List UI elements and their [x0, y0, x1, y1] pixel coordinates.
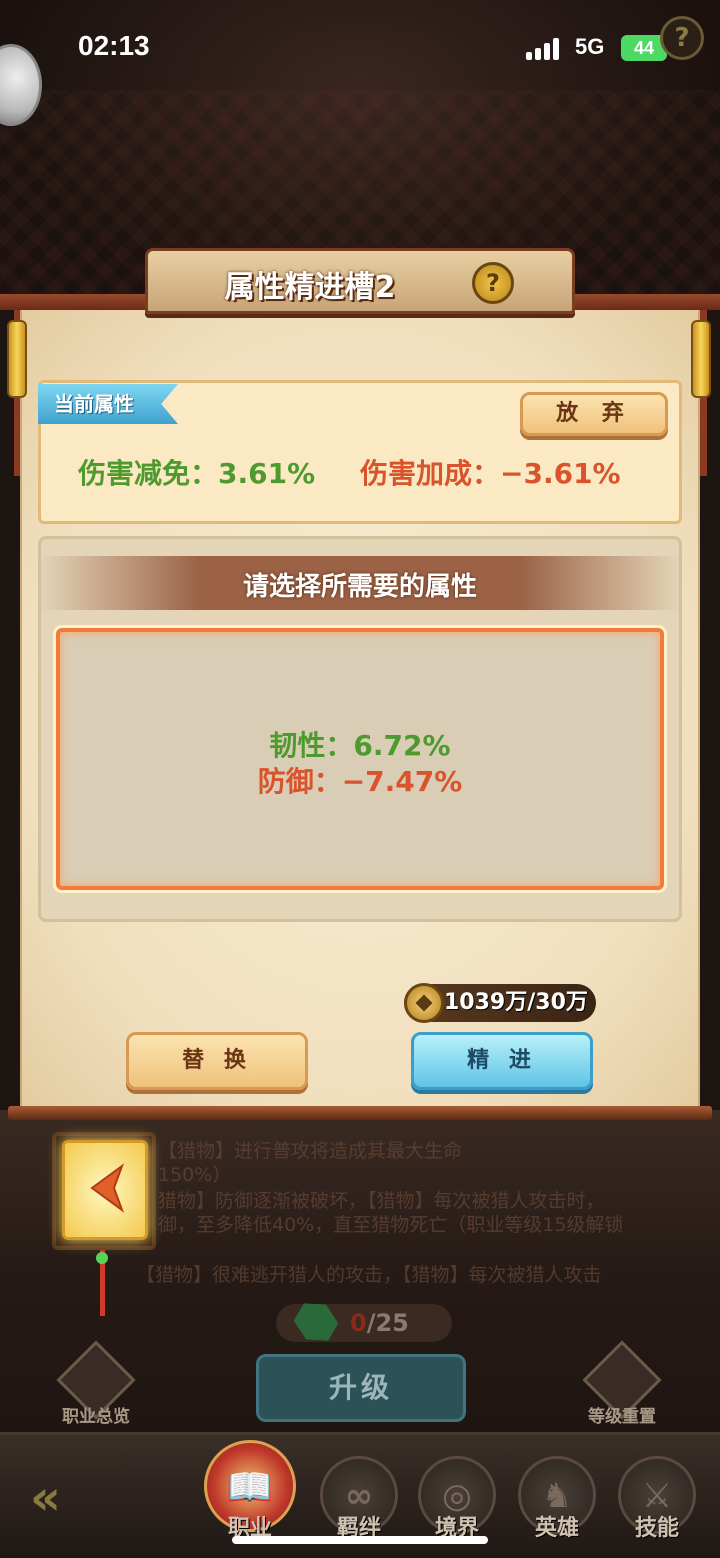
current-attribute-2: 伤害加成：−3.61%	[360, 457, 621, 490]
skill-desc-line-1: 【猎物】进行普攻将造成其最大生命	[158, 1140, 463, 1162]
dialog-title: 属性精进槽2	[224, 270, 396, 305]
gem-total: /25	[366, 1309, 409, 1337]
gem-current: 0	[350, 1309, 367, 1337]
status-bar: 02:13 5G 44	[0, 0, 720, 96]
coin-icon	[404, 983, 444, 1023]
replace-button[interactable]: 替 换	[126, 1032, 308, 1090]
current-attribute-1: 伤害减免：3.61%	[78, 457, 316, 490]
skill-desc-line-2: 150%）	[158, 1164, 232, 1186]
chevron-left-icon	[90, 1163, 125, 1213]
skill-desc-line-4: 御，至多降低40%，直至猎物死亡（职业等级15级解锁	[158, 1214, 624, 1236]
nav-label-hero: 英雄	[534, 1516, 579, 1541]
current-attribute-tag: 当前属性	[38, 384, 178, 424]
reset-label[interactable]: 等级重置	[572, 1402, 672, 1427]
help-icon[interactable]: ?	[660, 16, 704, 60]
scroll-cap-left	[7, 320, 27, 398]
scroll-cap-right	[691, 320, 711, 398]
skill-desc-line-3: 猎物】防御逐渐被破坏，【猎物】每次被猎人攻击时，	[158, 1190, 605, 1212]
nav-label-skill: 技能	[634, 1516, 679, 1541]
refine-button[interactable]: 精 进	[411, 1032, 593, 1090]
lantern-dot	[96, 1252, 108, 1264]
upgrade-button[interactable]: 升级	[256, 1354, 466, 1422]
selection-title: 请选择所需要的属性	[242, 572, 477, 602]
dialog-help-icon[interactable]: ?	[472, 262, 514, 304]
option-attribute-1: 韧性：6.72%	[269, 729, 451, 762]
abandon-button[interactable]: 放 弃	[520, 392, 668, 436]
signal-icon	[526, 38, 566, 60]
dialog-bottom-band	[8, 1106, 712, 1120]
status-time: 02:13	[78, 30, 150, 61]
home-indicator[interactable]	[232, 1536, 488, 1544]
overview-label[interactable]: 职业总览	[46, 1402, 146, 1427]
skill-desc-line-5: 【猎物】很难逃开猎人的攻击，【猎物】每次被猎人攻击	[136, 1264, 602, 1286]
back-arrow-icon[interactable]: «	[30, 1470, 100, 1526]
network-type: 5G	[575, 34, 605, 59]
option-attribute-2: 防御：−7.47%	[257, 765, 463, 798]
